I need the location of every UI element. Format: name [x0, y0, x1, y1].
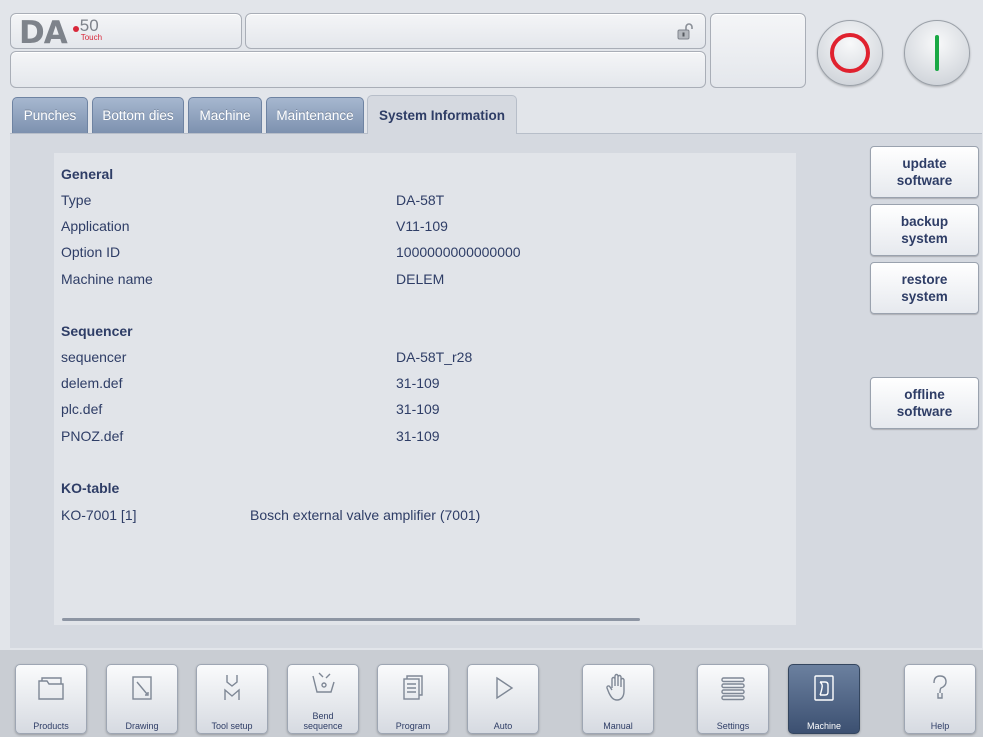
nav-label: Drawing: [125, 721, 159, 731]
nav-label: Manual: [603, 721, 633, 731]
section-heading-general: General: [61, 166, 114, 182]
info-label: PNOZ.def: [61, 428, 124, 444]
help-icon: [933, 675, 947, 699]
bend-sequence-icon: [312, 672, 335, 693]
delem-logo: DA 50 Touch: [19, 16, 113, 50]
section-heading-sequencer: Sequencer: [61, 323, 133, 339]
nav-manual-button[interactable]: Manual: [582, 664, 654, 734]
tab-system-information[interactable]: System Information: [367, 95, 517, 134]
tab-maintenance[interactable]: Maintenance: [266, 97, 364, 133]
nav-label: Products: [33, 721, 69, 731]
tab-punches[interactable]: Punches: [12, 97, 88, 133]
button-label-line2: system: [901, 289, 948, 304]
button-label-line1: backup: [900, 214, 949, 229]
logo-dot: [72, 26, 79, 32]
folder-icon: [38, 677, 64, 700]
nav-label: Auto: [493, 721, 513, 731]
start-icon: [935, 35, 939, 71]
info-value: DA-58T: [396, 192, 445, 208]
logo-panel: DA 50 Touch: [10, 13, 242, 50]
info-label: Type: [61, 192, 92, 208]
button-label-line2: system: [901, 231, 948, 246]
info-value: DA-58T_r28: [396, 349, 473, 365]
nav-label: Settings: [716, 721, 750, 731]
info-label: Application: [61, 218, 130, 234]
button-label-line1: offline: [904, 387, 945, 402]
info-label: Option ID: [61, 244, 121, 260]
unlocked-padlock-icon[interactable]: [677, 23, 693, 41]
nav-auto-button[interactable]: Auto: [467, 664, 539, 734]
update-software-button[interactable]: update software: [870, 146, 979, 198]
button-label-line1: update: [902, 156, 947, 171]
logo-subtitle: Touch: [80, 33, 103, 42]
nav-settings-button[interactable]: Settings: [697, 664, 769, 734]
hand-icon: [606, 673, 625, 701]
info-label: KO-7001 [1]: [61, 507, 137, 523]
status-side-panel: [710, 13, 806, 88]
button-label-line1: restore: [901, 272, 948, 287]
tab-machine[interactable]: Machine: [188, 97, 262, 133]
nav-program-button[interactable]: Program: [377, 664, 449, 734]
info-value: 31-109: [396, 401, 440, 417]
nav-products-button[interactable]: Products: [15, 664, 87, 734]
status-message-bar: [10, 51, 706, 88]
drawing-icon: [132, 676, 152, 700]
info-label: delem.def: [61, 375, 123, 391]
info-value: 31-109: [396, 428, 440, 444]
nav-help-button[interactable]: Help: [904, 664, 976, 734]
tool-setup-icon: [224, 675, 240, 700]
stop-button[interactable]: [817, 20, 883, 86]
start-button[interactable]: [904, 20, 970, 86]
nav-drawing-button[interactable]: Drawing: [106, 664, 178, 734]
stop-icon: [830, 33, 870, 73]
play-icon: [496, 676, 514, 700]
settings-list-icon: [721, 677, 745, 701]
button-label-line2: software: [896, 173, 953, 188]
tab-bottom-dies[interactable]: Bottom dies: [92, 97, 184, 133]
nav-label: Program: [395, 721, 431, 731]
logo-text: DA: [19, 15, 68, 51]
button-label-line2: software: [896, 404, 953, 419]
info-label: Machine name: [61, 271, 153, 287]
program-icon: [403, 675, 423, 700]
nav-bend-sequence-button[interactable]: Bend sequence: [287, 664, 359, 734]
info-value: 31-109: [396, 375, 440, 391]
machine-icon: [814, 675, 834, 701]
nav-label: Machine: [806, 721, 842, 731]
info-value: Bosch external valve amplifier (7001): [250, 507, 481, 523]
nav-label: Tool setup: [211, 721, 253, 731]
nav-label: Help: [930, 721, 950, 731]
info-value: V11-109: [396, 218, 448, 234]
nav-label-line2: sequence: [303, 721, 343, 731]
horizontal-scrollbar[interactable]: [62, 618, 640, 621]
nav-machine-button[interactable]: Machine: [788, 664, 860, 734]
nav-label: Bend: [312, 711, 334, 721]
title-bar: [245, 13, 706, 49]
info-value: DELEM: [396, 271, 445, 287]
nav-tool-setup-button[interactable]: Tool setup: [196, 664, 268, 734]
info-label: sequencer: [61, 349, 127, 365]
section-heading-ko-table: KO-table: [61, 480, 120, 496]
info-value: 1000000000000000: [396, 244, 521, 260]
restore-system-button[interactable]: restore system: [870, 262, 979, 314]
offline-software-button[interactable]: offline software: [870, 377, 979, 429]
backup-system-button[interactable]: backup system: [870, 204, 979, 256]
info-label: plc.def: [61, 401, 103, 417]
